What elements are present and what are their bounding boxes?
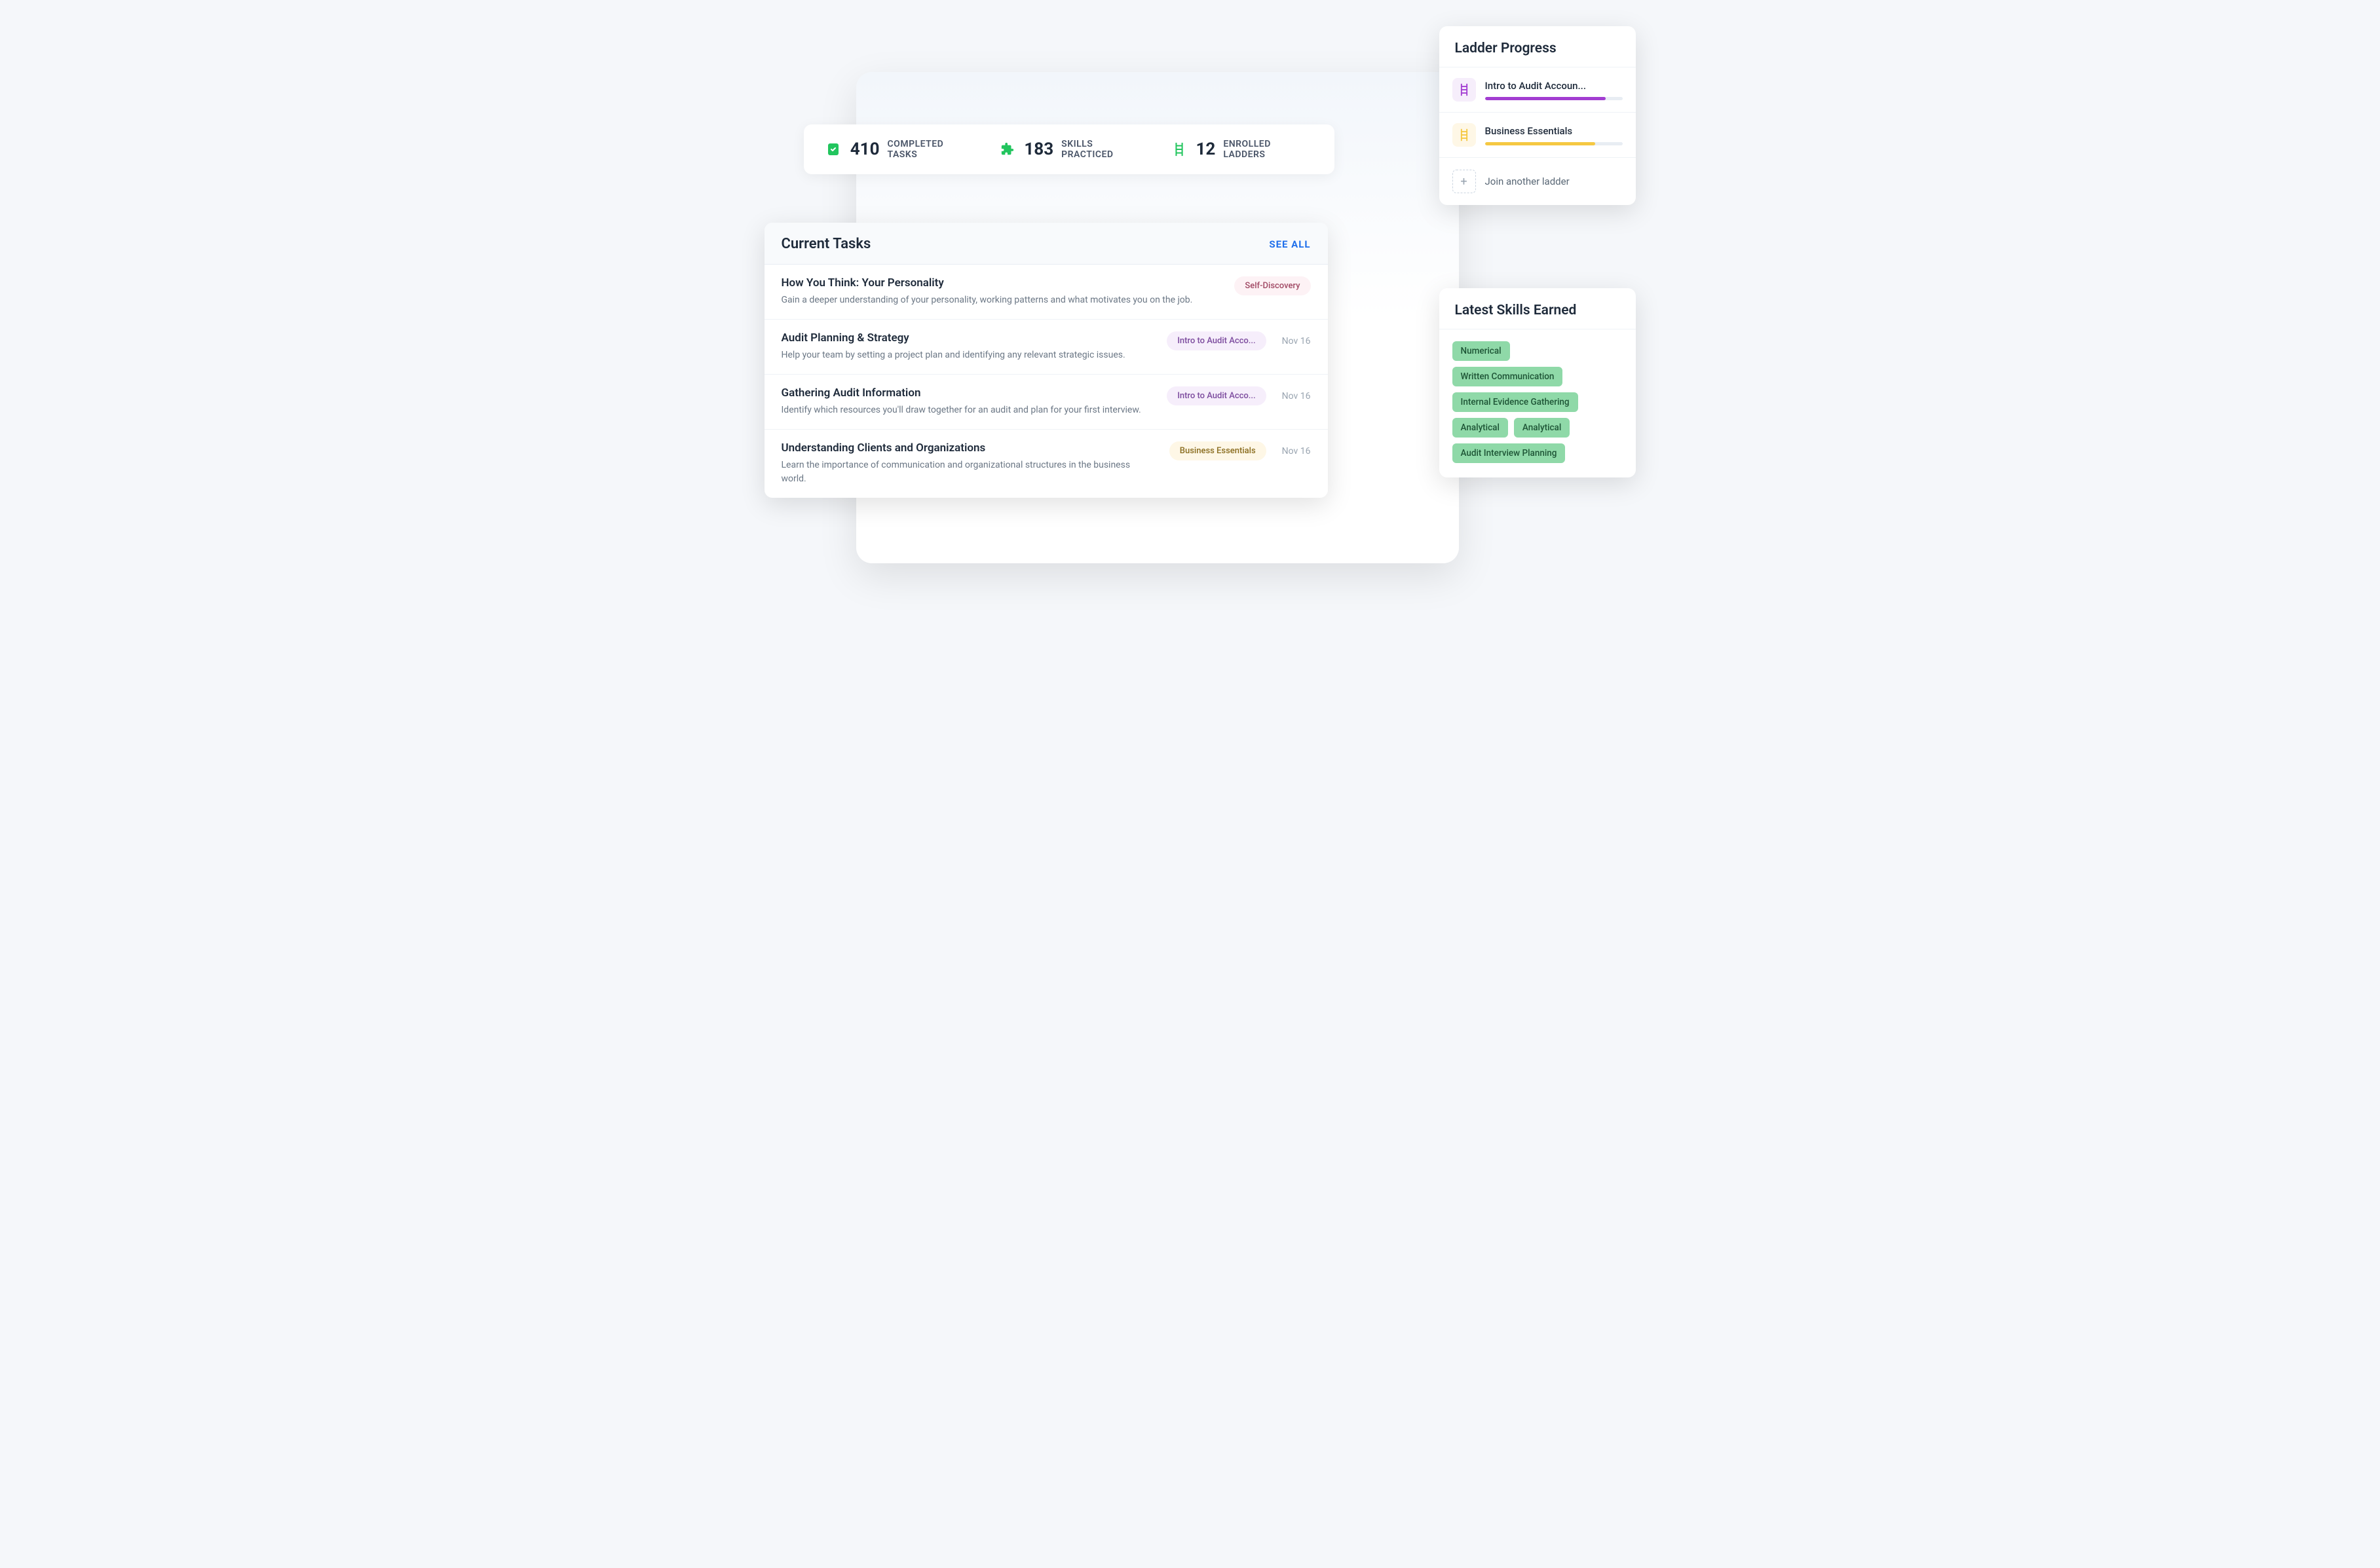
task-date: Nov 16: [1282, 336, 1311, 346]
task-date: Nov 16: [1282, 391, 1311, 401]
ladder-icon: [1452, 78, 1476, 102]
task-category-pill: Intro to Audit Acco...: [1167, 331, 1266, 350]
ladder-progress-card: Ladder Progress Intro to Audit Accoun...…: [1439, 26, 1636, 205]
stat-enrolled-ladders: 12 ENROLLED LADDERS: [1170, 139, 1313, 160]
task-description: Learn the importance of communication an…: [782, 458, 1156, 486]
task-description: Gain a deeper understanding of your pers…: [782, 293, 1222, 307]
ladder-icon: [1452, 123, 1476, 147]
skill-tag: Audit Interview Planning: [1452, 443, 1566, 463]
latest-skills-card: Latest Skills Earned Numerical Written Co…: [1439, 288, 1636, 477]
skill-tag: Internal Evidence Gathering: [1452, 392, 1578, 412]
task-row[interactable]: How You Think: Your Personality Gain a d…: [765, 265, 1328, 320]
join-ladder-label: Join another ladder: [1485, 176, 1570, 187]
stat-completed-tasks: 410 COMPLETED TASKS: [825, 139, 974, 160]
progress-bar: [1485, 97, 1623, 100]
tasks-heading: Current Tasks: [782, 236, 871, 252]
ladder-icon: [1170, 140, 1188, 159]
skill-tag: Analytical: [1514, 418, 1570, 438]
puzzle-icon: [998, 140, 1016, 159]
see-all-link[interactable]: SEE ALL: [1269, 238, 1310, 250]
stat-label: SKILLS PRACTICED: [1061, 139, 1145, 160]
plus-icon: +: [1452, 170, 1476, 193]
stat-label: ENROLLED LADDERS: [1223, 139, 1313, 160]
tasks-header: Current Tasks SEE ALL: [765, 223, 1328, 265]
task-row[interactable]: Audit Planning & Strategy Help your team…: [765, 320, 1328, 375]
stat-value: 12: [1196, 140, 1215, 159]
task-title: Audit Planning & Strategy: [782, 331, 1154, 345]
skill-tag: Analytical: [1452, 418, 1508, 438]
task-category-pill: Intro to Audit Acco...: [1167, 386, 1266, 405]
skills-heading: Latest Skills Earned: [1439, 288, 1636, 329]
ladder-progress-heading: Ladder Progress: [1439, 26, 1636, 67]
task-title: Understanding Clients and Organizations: [782, 441, 1156, 455]
task-description: Identify which resources you'll draw tog…: [782, 403, 1154, 417]
task-row[interactable]: Gathering Audit Information Identify whi…: [765, 375, 1328, 430]
stat-value: 410: [850, 140, 880, 159]
task-row[interactable]: Understanding Clients and Organizations …: [765, 430, 1328, 498]
progress-bar: [1485, 142, 1623, 145]
ladder-name: Intro to Audit Accoun...: [1485, 80, 1623, 92]
clipboard-check-icon: [825, 140, 842, 159]
skill-tag: Written Communication: [1452, 367, 1563, 386]
skill-tag: Numerical: [1452, 341, 1510, 361]
current-tasks-card: Current Tasks SEE ALL How You Think: You…: [765, 223, 1328, 498]
stat-value: 183: [1024, 140, 1053, 159]
join-ladder-button[interactable]: + Join another ladder: [1439, 158, 1636, 205]
task-description: Help your team by setting a project plan…: [782, 348, 1154, 362]
task-title: How You Think: Your Personality: [782, 276, 1222, 289]
task-title: Gathering Audit Information: [782, 386, 1154, 400]
task-category-pill: Self-Discovery: [1234, 276, 1310, 295]
ladder-name: Business Essentials: [1485, 125, 1623, 137]
task-category-pill: Business Essentials: [1169, 441, 1266, 460]
task-date: Nov 16: [1282, 446, 1311, 457]
ladder-item[interactable]: Intro to Audit Accoun...: [1439, 67, 1636, 113]
stat-skills-practiced: 183 SKILLS PRACTICED: [998, 139, 1145, 160]
stat-label: COMPLETED TASKS: [888, 139, 974, 160]
ladder-item[interactable]: Business Essentials: [1439, 113, 1636, 158]
stats-bar: 410 COMPLETED TASKS 183 SKILLS PRACTICED…: [804, 124, 1334, 174]
